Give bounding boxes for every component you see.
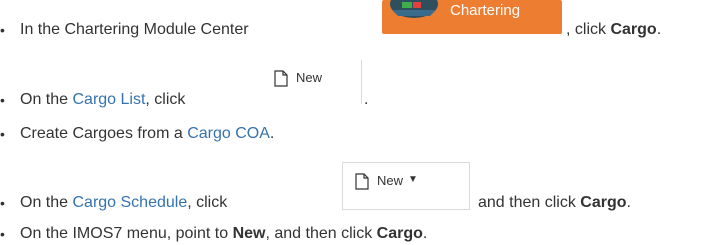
ship-icon xyxy=(382,0,450,34)
cargo-emphasis: Cargo xyxy=(610,21,657,38)
chevron-down-icon: ▼ xyxy=(408,174,418,185)
bullet: • xyxy=(0,226,5,242)
document-icon xyxy=(274,70,288,87)
document-icon xyxy=(355,173,369,190)
new-dropdown-button[interactable]: New ▼ xyxy=(342,162,470,210)
new-button-label: New xyxy=(296,70,323,85)
cargo-schedule-link[interactable]: Cargo Schedule xyxy=(72,194,187,211)
cargo-coa-link[interactable]: Cargo COA xyxy=(187,125,270,142)
chartering-button[interactable]: Chartering xyxy=(382,0,562,34)
cargo-list-link[interactable]: Cargo List xyxy=(72,91,145,108)
bullet: • xyxy=(0,195,5,211)
list-item-1-tail: , click Cargo. xyxy=(566,21,662,38)
new-button[interactable]: New xyxy=(262,60,362,104)
new-dropdown-label: New xyxy=(377,173,404,188)
chartering-label: Chartering xyxy=(450,1,521,19)
bullet: • xyxy=(0,126,5,142)
bullet: • xyxy=(0,92,5,108)
item-text: In the Chartering Module Center xyxy=(20,21,249,38)
bullet: • xyxy=(0,22,5,38)
